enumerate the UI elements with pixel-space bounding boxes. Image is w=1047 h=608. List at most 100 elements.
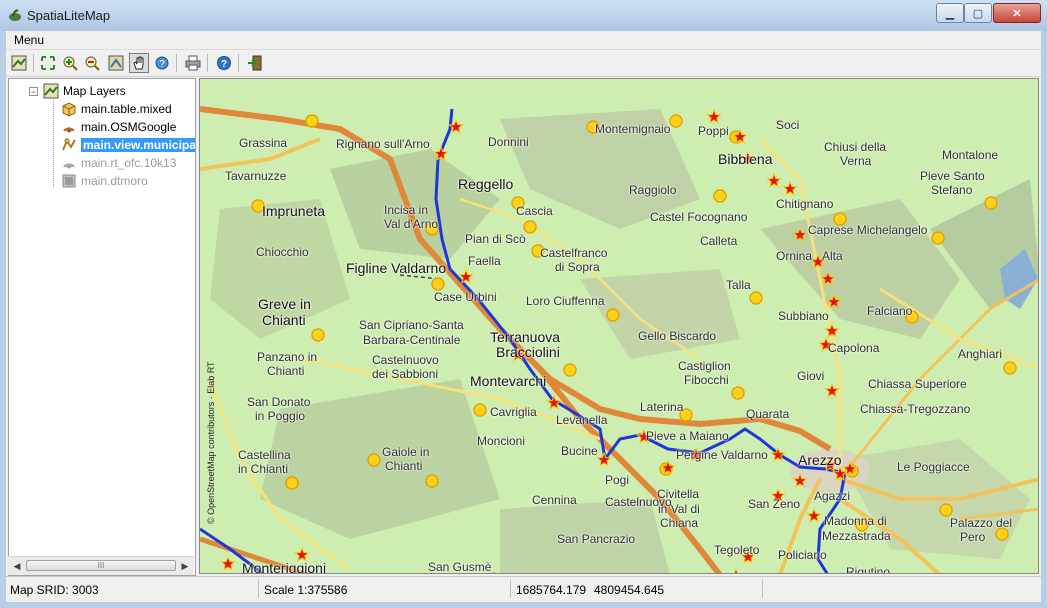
map-point-marker[interactable]	[606, 308, 620, 322]
map-place-label: Greve in	[258, 296, 311, 312]
map-place-label: Castel Focognano	[650, 210, 748, 224]
map-place-label: Montalone	[942, 148, 999, 162]
map-point-marker[interactable]	[367, 453, 381, 467]
map-place-label: Castiglion	[678, 359, 731, 373]
map-point-marker[interactable]	[305, 114, 319, 128]
map-place-label: Monteriggioni	[242, 560, 327, 574]
map-place-label: Chianti	[385, 459, 423, 473]
map-point-marker[interactable]	[285, 476, 299, 490]
map-canvas[interactable]: Grassina Rignano sull'Arno Donnini Montemig…	[199, 78, 1039, 574]
app-icon	[8, 8, 22, 22]
map-point-marker[interactable]	[1003, 361, 1017, 375]
map-point-marker[interactable]	[311, 328, 325, 342]
map-place-label: Impruneta	[262, 203, 326, 219]
tree-item-label: main.OSMGoogle	[81, 120, 177, 134]
map-star-marker[interactable]	[219, 555, 237, 571]
print-icon[interactable]	[183, 53, 203, 73]
map-point-marker[interactable]	[749, 291, 763, 305]
map-place-label: Alta	[822, 249, 843, 263]
map-star-marker[interactable]	[293, 546, 311, 562]
toolbar-separator	[176, 54, 177, 72]
map-point-marker[interactable]	[431, 277, 445, 291]
close-button[interactable]: ✕	[993, 3, 1041, 23]
map-place-label: Quarata	[746, 407, 790, 421]
map-place-label: Chiassa Superiore	[868, 377, 967, 391]
map-place-label: Montevarchi	[470, 373, 547, 389]
map-star-marker[interactable]	[729, 567, 742, 574]
map-point-marker[interactable]	[731, 386, 745, 400]
map-point-marker[interactable]	[473, 403, 487, 417]
map-place-label: Palazzo del	[950, 516, 1013, 530]
map-star-marker[interactable]	[765, 172, 783, 188]
minimize-button[interactable]: ▁	[936, 3, 964, 23]
layer-tree[interactable]: − Map Layers main.table.mixed main.OSMGo…	[8, 78, 196, 576]
map-place-label: Bucine	[561, 444, 598, 458]
map-place-label: Chiocchio	[256, 245, 309, 259]
help-icon[interactable]: ?	[214, 53, 234, 73]
tree-item-layer[interactable]: main.OSMGoogle	[61, 118, 176, 136]
map-place-label: Talla	[726, 278, 751, 292]
map-point-marker[interactable]	[931, 231, 945, 245]
map-point-marker[interactable]	[939, 503, 953, 517]
wms-icon	[61, 155, 77, 171]
map-star-marker[interactable]	[805, 507, 823, 523]
map-point-marker[interactable]	[425, 474, 439, 488]
map-place-label: Policiano	[778, 548, 827, 562]
map-place-label: Gaiole in	[382, 445, 430, 459]
tree-root[interactable]: Map Layers	[43, 82, 126, 100]
map-place-label: Falciano	[867, 304, 913, 318]
map-place-label: Castelnuovo	[605, 495, 672, 509]
pan-hand-icon[interactable]	[129, 53, 149, 73]
maximize-button[interactable]: ▢	[964, 3, 992, 23]
map-place-label: Barbara-Centinale	[363, 333, 461, 347]
map-place-label: Grassina	[239, 136, 288, 150]
map-place-label: Chitignano	[776, 197, 834, 211]
map-place-label: Bracciolini	[496, 344, 560, 360]
map-star-marker[interactable]	[705, 108, 723, 124]
map-place-label: Gello Biscardo	[638, 329, 717, 343]
identify-icon[interactable]: ?	[152, 53, 172, 73]
map-star-marker[interactable]	[823, 382, 841, 398]
window-title: SpatiaLiteMap	[27, 8, 111, 23]
tree-item-layer[interactable]: main.rt_ofc.10k13	[61, 154, 176, 172]
map-info-icon[interactable]	[106, 53, 126, 73]
map-point-marker[interactable]	[669, 114, 683, 128]
map-place-label: San Donato	[247, 395, 311, 409]
map-place-label: Chianti	[267, 364, 305, 378]
map-star-marker[interactable]	[771, 571, 784, 574]
map-place-label: Panzano in	[257, 350, 318, 364]
exit-icon[interactable]	[245, 53, 265, 73]
map-point-marker[interactable]	[713, 189, 727, 203]
scroll-left-icon[interactable]: ◀	[10, 559, 24, 573]
map-place-label: Mezzastrada	[822, 529, 891, 543]
title-bar[interactable]: SpatiaLiteMap ▁ ▢ ✕	[0, 0, 1047, 31]
tree-horizontal-scrollbar[interactable]: ◀ III ▶	[8, 556, 194, 575]
tree-item-layer[interactable]: main.table.mixed	[61, 100, 172, 118]
map-place-label: Chiusi della	[824, 140, 887, 154]
map-place-label: Capolona	[828, 341, 880, 355]
zoom-in-icon[interactable]	[60, 53, 80, 73]
scroll-thumb[interactable]: III	[26, 560, 176, 571]
tree-expander[interactable]: −	[29, 87, 38, 97]
map-place-label: in Poggio	[255, 409, 306, 423]
vector-icon	[61, 137, 77, 153]
tree-item-layer[interactable]: main.dtmoro	[61, 172, 148, 190]
tree-item-layer[interactable]: main.view.municipa	[61, 136, 196, 154]
layer-icon[interactable]	[9, 53, 29, 73]
map-place-label: Rigutino	[846, 565, 891, 574]
map-point-marker[interactable]	[488, 572, 500, 574]
map-point-marker[interactable]	[984, 196, 998, 210]
scroll-right-icon[interactable]: ▶	[178, 559, 192, 573]
map-place-label: Tegoleto	[714, 543, 760, 557]
map-place-label: Giovi	[797, 369, 825, 383]
zoom-full-icon[interactable]	[38, 53, 58, 73]
tree-item-label-selected: main.view.municipa	[81, 138, 196, 152]
map-star-marker[interactable]	[545, 394, 563, 410]
map-star-marker[interactable]	[781, 180, 799, 196]
map-place-label: Chianti	[262, 312, 306, 328]
map-place-label: Pogi	[605, 473, 630, 487]
map-point-marker[interactable]	[563, 363, 577, 377]
menu-main[interactable]: Menu	[14, 33, 44, 47]
raster-icon	[61, 173, 77, 189]
zoom-out-icon[interactable]	[82, 53, 102, 73]
